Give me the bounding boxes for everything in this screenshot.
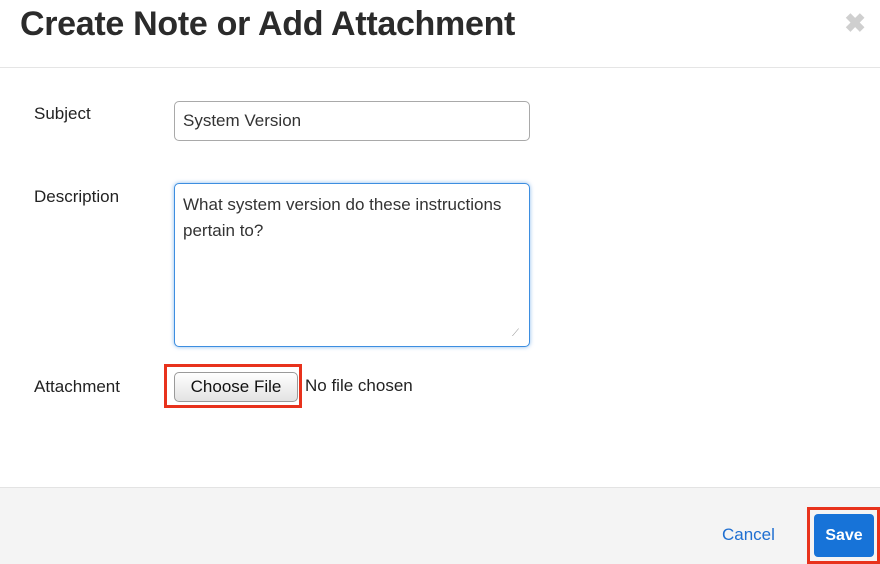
description-textarea[interactable]: What system version do these instruction… [174, 183, 530, 347]
create-note-dialog: Create Note or Add Attachment ✖ Subject … [0, 0, 880, 564]
resize-grip-icon[interactable]: ⟋ [512, 328, 524, 340]
save-button[interactable]: Save [814, 514, 874, 557]
close-icon[interactable]: ✖ [844, 10, 866, 36]
no-file-chosen-text: No file chosen [305, 376, 413, 395]
attachment-label: Attachment [34, 377, 120, 396]
choose-file-button[interactable]: Choose File [174, 372, 298, 402]
description-label: Description [34, 187, 120, 206]
subject-label: Subject [34, 104, 91, 123]
cancel-link[interactable]: Cancel [722, 525, 775, 545]
dialog-header: Create Note or Add Attachment ✖ [0, 0, 880, 68]
subject-input[interactable] [174, 101, 530, 141]
dialog-title: Create Note or Add Attachment [20, 5, 516, 43]
